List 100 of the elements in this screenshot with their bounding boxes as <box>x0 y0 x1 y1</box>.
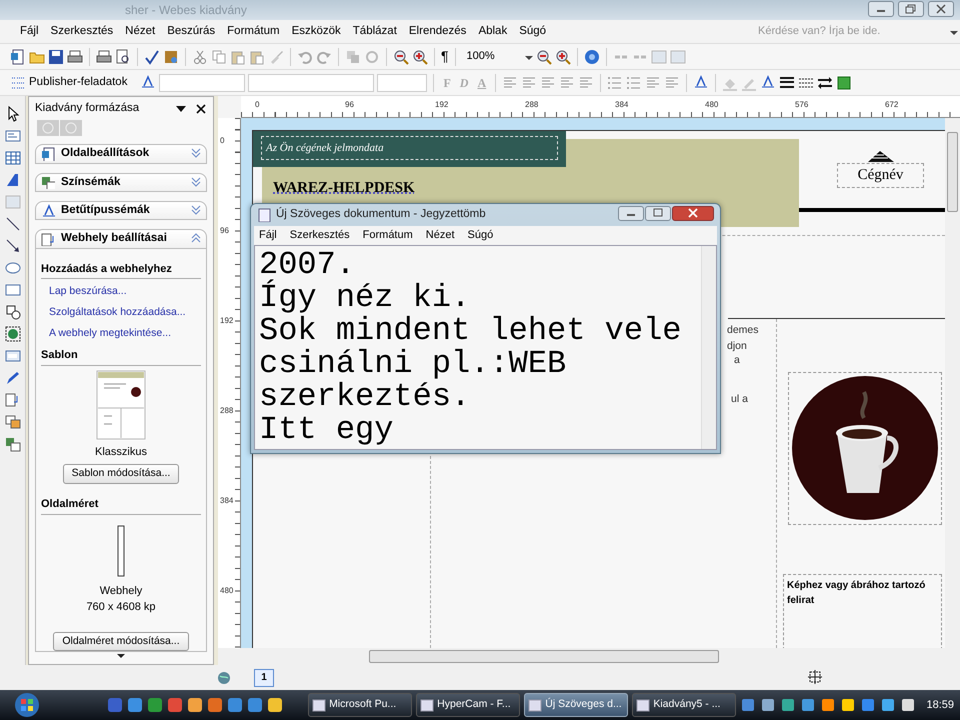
minimize-button[interactable] <box>868 1 894 17</box>
zoom-dropdown[interactable]: 100% <box>462 48 520 66</box>
tray-icon[interactable] <box>780 697 796 713</box>
template-preview-drawing[interactable] <box>96 370 146 440</box>
taskbar-button[interactable]: Új Szöveges d... <box>524 693 628 717</box>
pane-section-header[interactable]: Oldalbeállítások <box>35 144 207 164</box>
arrow-icon[interactable] <box>4 238 20 254</box>
word-art-icon[interactable] <box>4 172 20 188</box>
paragraph-marks-button[interactable]: ¶ <box>441 46 449 67</box>
shadow-icon[interactable] <box>836 74 852 90</box>
close-button[interactable] <box>928 1 954 17</box>
restore-button[interactable] <box>898 1 924 17</box>
change-template-button[interactable]: Sablon módosítása... <box>62 464 180 484</box>
menu-item[interactable]: Formátum <box>362 227 413 244</box>
menu-item[interactable]: Fájl <box>14 22 45 40</box>
quick-launch-icon[interactable] <box>267 697 284 713</box>
taskbar-button[interactable]: Kiadvány5 - ... <box>632 693 736 717</box>
vertical-scrollbar[interactable] <box>945 118 960 648</box>
bullets-icon[interactable] <box>626 74 642 90</box>
print-preview-icon[interactable] <box>115 48 131 64</box>
design-icon[interactable] <box>4 436 20 452</box>
align-right-icon[interactable] <box>540 74 556 90</box>
site-name[interactable]: WAREZ-HELPDESK <box>273 177 415 200</box>
styles-icon[interactable] <box>140 74 156 90</box>
tray-icon[interactable] <box>880 697 896 713</box>
table-icon[interactable] <box>4 150 20 166</box>
menu-item[interactable]: Táblázat <box>346 22 403 40</box>
pane-section-header[interactable]: Betűtípussémák <box>35 200 207 220</box>
menu-item[interactable]: Fájl <box>259 227 277 244</box>
menu-item[interactable]: Formátum <box>221 22 286 40</box>
horizontal-scrollbar[interactable] <box>218 648 960 665</box>
maximize-button[interactable] <box>645 206 671 220</box>
cut-icon[interactable] <box>192 48 208 64</box>
task-link[interactable]: Szolgáltatások hozzáadása... <box>49 304 201 321</box>
printer-icon[interactable] <box>67 48 83 64</box>
taskbar-button[interactable]: HyperCam - F... <box>416 693 520 717</box>
spelling-icon[interactable] <box>144 48 160 64</box>
close-icon[interactable] <box>195 104 207 114</box>
new-document-icon[interactable] <box>10 48 26 64</box>
tray-icon[interactable] <box>760 697 776 713</box>
tray-icon[interactable] <box>820 697 836 713</box>
form-control-icon[interactable] <box>4 348 20 364</box>
expand-icon[interactable] <box>191 176 201 187</box>
line-spacing-icon[interactable] <box>578 74 594 90</box>
menu-item[interactable]: Súgó <box>513 22 552 40</box>
quick-launch-icon[interactable] <box>247 697 264 713</box>
gallery-icon[interactable] <box>4 414 20 430</box>
tasks-icon[interactable] <box>10 74 26 90</box>
justify-icon[interactable] <box>559 74 576 90</box>
logo-text[interactable]: Cégnév <box>836 163 924 188</box>
numbering-icon[interactable] <box>607 74 624 90</box>
indent-icon[interactable] <box>664 74 680 90</box>
zoom-out-icon[interactable] <box>536 48 552 64</box>
change-page-size-button[interactable]: Oldalméret módosítása... <box>53 632 189 652</box>
task-link[interactable]: Lap beszúrása... <box>49 284 201 300</box>
align-left-icon[interactable] <box>502 74 518 90</box>
expand-icon[interactable] <box>191 148 201 158</box>
tray-icon[interactable] <box>800 697 816 713</box>
menu-item[interactable]: Eszközök <box>286 22 347 40</box>
collapse-icon[interactable] <box>191 233 201 244</box>
quick-launch-icon[interactable] <box>227 697 244 713</box>
taskbar-button[interactable]: Microsoft Pu... <box>308 693 412 717</box>
menu-item[interactable]: Szerkesztés <box>290 227 350 244</box>
tagline-text[interactable]: Az Ön cégének jelmondata <box>261 136 558 160</box>
pane-section-header[interactable]: Színsémák <box>35 172 207 192</box>
close-button[interactable] <box>672 206 714 220</box>
line-style-icon[interactable] <box>779 74 796 90</box>
menu-item[interactable]: Beszúrás <box>161 22 222 40</box>
vertical-scrollbar[interactable] <box>701 246 716 449</box>
printer-icon[interactable] <box>96 48 112 64</box>
tray-icon[interactable] <box>840 697 856 713</box>
tray-icon[interactable] <box>900 697 916 713</box>
clock[interactable]: 18:59 <box>926 696 954 714</box>
task-link[interactable]: A webhely megtekintése... <box>49 326 201 342</box>
menu-item[interactable]: Nézet <box>426 227 455 244</box>
zoom-out-icon[interactable] <box>393 48 409 64</box>
oval-icon[interactable] <box>4 260 20 276</box>
pencil-icon[interactable] <box>4 370 20 386</box>
rectangle-icon[interactable] <box>4 282 20 298</box>
menu-item[interactable]: Súgó <box>468 227 494 244</box>
menu-item[interactable]: Nézet <box>119 22 162 40</box>
expand-icon[interactable] <box>191 204 201 215</box>
save-icon[interactable] <box>48 48 64 64</box>
dropdown-icon[interactable] <box>175 104 187 114</box>
pages-icon[interactable] <box>4 392 20 408</box>
quick-launch-icon[interactable] <box>187 697 204 713</box>
menu-item[interactable]: Ablak <box>472 22 514 40</box>
align-center-icon[interactable] <box>521 74 538 90</box>
pane-section-header[interactable]: Webhely beállításai <box>35 229 207 249</box>
publisher-tasks-button[interactable]: Publisher-feladatok <box>29 74 128 92</box>
hotspot-icon[interactable] <box>4 326 20 342</box>
line-icon[interactable] <box>4 216 20 232</box>
shapes-icon[interactable] <box>4 304 20 320</box>
quick-launch-icon[interactable] <box>147 697 164 713</box>
outdent-icon[interactable] <box>645 74 662 90</box>
menu-item[interactable]: Elrendezés <box>402 22 472 40</box>
page-tab[interactable]: 1 <box>254 668 274 686</box>
clipboard-icon[interactable] <box>249 48 265 64</box>
quick-launch-icon[interactable] <box>207 697 224 713</box>
zoom-in-icon[interactable] <box>554 48 571 64</box>
